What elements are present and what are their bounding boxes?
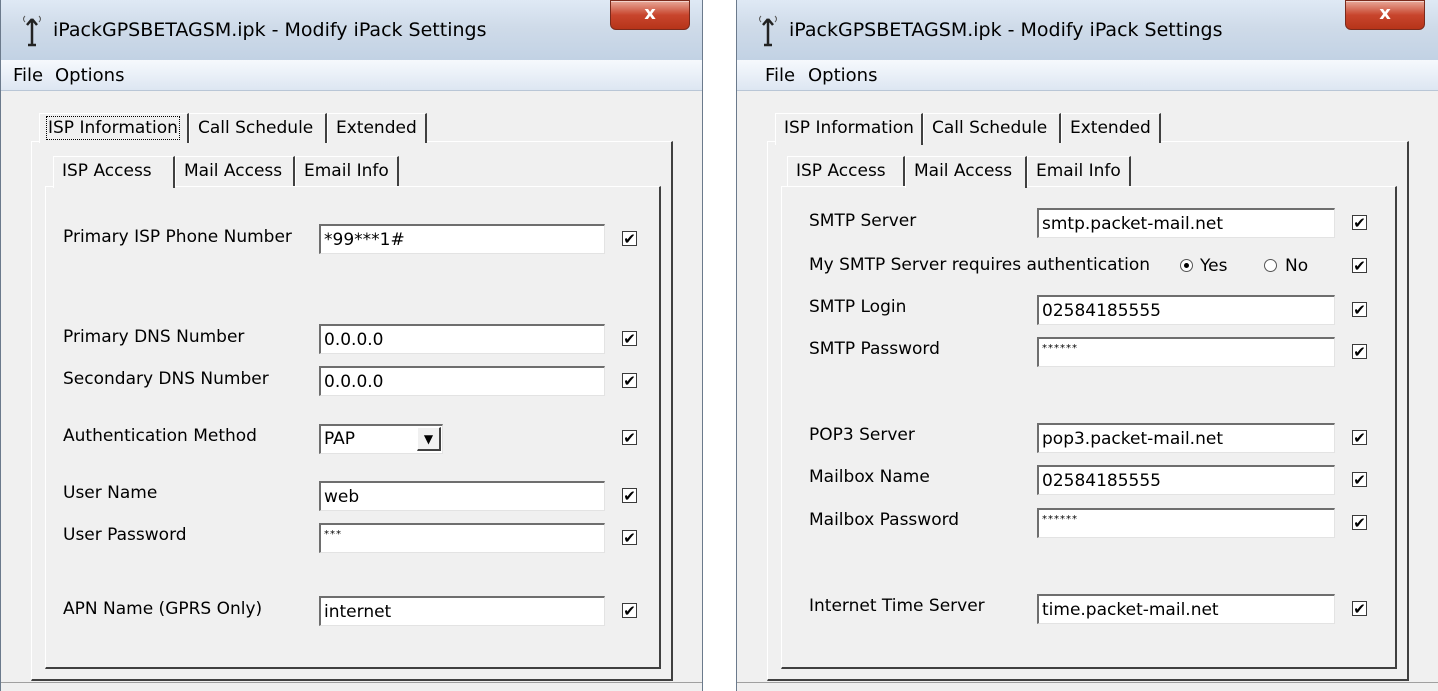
tab-mail-access[interactable]: Mail Access xyxy=(175,156,295,186)
mailbox-password-label: Mailbox Password xyxy=(809,510,960,530)
smtp-login-checkbox[interactable]: ✔ xyxy=(1352,302,1367,318)
user-name-checkbox[interactable]: ✔ xyxy=(622,488,637,504)
auth-method-checkbox[interactable]: ✔ xyxy=(622,430,637,446)
tab-isp-information[interactable]: ISP Information xyxy=(775,113,923,145)
mailbox-name-checkbox[interactable]: ✔ xyxy=(1352,472,1367,488)
apn-name-label: APN Name (GPRS Only) xyxy=(63,599,263,619)
internet-time-server-label: Internet Time Server xyxy=(809,596,985,616)
smtp-server-checkbox[interactable]: ✔ xyxy=(1352,215,1367,231)
internet-time-server-checkbox[interactable]: ✔ xyxy=(1352,601,1367,617)
smtp-server-label: SMTP Server xyxy=(809,211,917,231)
pop3-server-field[interactable]: pop3.packet-mail.net xyxy=(1037,423,1335,453)
primary-dns-field[interactable]: 0.0.0.0 xyxy=(319,324,605,354)
pop3-server-checkbox[interactable]: ✔ xyxy=(1352,430,1367,446)
tab-mail-access[interactable]: Mail Access xyxy=(905,156,1027,188)
antenna-icon xyxy=(759,15,777,47)
secondary-dns-label: Secondary DNS Number xyxy=(63,369,269,389)
smtp-auth-no-radio[interactable] xyxy=(1264,259,1277,272)
mailbox-password-field[interactable]: ****** xyxy=(1037,508,1335,538)
auth-method-value: PAP xyxy=(324,429,356,449)
user-password-field[interactable]: *** xyxy=(319,523,605,553)
auth-method-select[interactable]: PAP ▼ xyxy=(319,424,443,454)
pop3-server-label: POP3 Server xyxy=(809,425,915,445)
smtp-auth-checkbox[interactable]: ✔ xyxy=(1352,258,1367,274)
tab-email-info[interactable]: Email Info xyxy=(1027,156,1131,186)
dropdown-arrow-icon[interactable]: ▼ xyxy=(417,427,441,451)
secondary-dns-checkbox[interactable]: ✔ xyxy=(622,373,637,389)
menu-file[interactable]: File xyxy=(13,65,43,86)
smtp-auth-label: My SMTP Server requires authentication xyxy=(809,255,1151,275)
user-password-checkbox[interactable]: ✔ xyxy=(622,530,637,546)
user-name-label: User Name xyxy=(63,483,158,503)
menu-options[interactable]: Options xyxy=(55,65,124,86)
tab-call-schedule[interactable]: Call Schedule xyxy=(189,113,327,143)
auth-method-label: Authentication Method xyxy=(63,426,257,446)
apn-name-checkbox[interactable]: ✔ xyxy=(622,603,637,619)
tab-isp-information[interactable]: ISP Information xyxy=(39,113,189,143)
smtp-password-label: SMTP Password xyxy=(809,339,940,359)
mailbox-name-label: Mailbox Name xyxy=(809,467,930,487)
secondary-dns-field[interactable]: 0.0.0.0 xyxy=(319,366,605,396)
tab-isp-access[interactable]: ISP Access xyxy=(53,156,175,188)
apn-name-field[interactable]: internet xyxy=(319,596,605,626)
mailbox-password-checkbox[interactable]: ✔ xyxy=(1352,515,1367,531)
window-bottom-edge xyxy=(1,682,702,691)
smtp-auth-no-label: No xyxy=(1285,256,1309,276)
close-button[interactable]: x xyxy=(1345,0,1425,30)
smtp-auth-yes-label: Yes xyxy=(1200,256,1228,276)
tab-extended[interactable]: Extended xyxy=(327,113,427,143)
user-password-label: User Password xyxy=(63,525,187,545)
primary-isp-phone-checkbox[interactable]: ✔ xyxy=(622,231,637,247)
title-bar[interactable]: iPackGPSBETAGSM.ipk - Modify iPack Setti… xyxy=(1,0,702,60)
tab-extended[interactable]: Extended xyxy=(1061,113,1161,143)
menu-bar: File Options xyxy=(737,60,1438,91)
window-title: iPackGPSBETAGSM.ipk - Modify iPack Setti… xyxy=(53,19,487,41)
left-settings-window: iPackGPSBETAGSM.ipk - Modify iPack Setti… xyxy=(0,0,703,691)
close-button[interactable]: x xyxy=(610,0,690,30)
mailbox-name-field[interactable]: 02584185555 xyxy=(1037,465,1335,495)
internet-time-server-field[interactable]: time.packet-mail.net xyxy=(1037,594,1335,624)
tab-isp-access[interactable]: ISP Access xyxy=(787,156,905,186)
user-name-field[interactable]: web xyxy=(319,481,605,511)
menu-options[interactable]: Options xyxy=(808,65,877,86)
primary-isp-phone-field[interactable]: *99***1# xyxy=(319,224,605,254)
title-bar[interactable]: iPackGPSBETAGSM.ipk - Modify iPack Setti… xyxy=(737,0,1438,60)
smtp-password-field[interactable]: ****** xyxy=(1037,337,1335,367)
smtp-login-label: SMTP Login xyxy=(809,297,907,317)
smtp-password-checkbox[interactable]: ✔ xyxy=(1352,344,1367,360)
primary-dns-checkbox[interactable]: ✔ xyxy=(622,331,637,347)
smtp-auth-yes-radio[interactable] xyxy=(1180,259,1193,272)
smtp-login-field[interactable]: 02584185555 xyxy=(1037,295,1335,325)
primary-dns-label: Primary DNS Number xyxy=(63,327,245,347)
window-bottom-edge xyxy=(737,682,1438,691)
tab-email-info[interactable]: Email Info xyxy=(295,156,399,186)
right-settings-window: iPackGPSBETAGSM.ipk - Modify iPack Setti… xyxy=(736,0,1438,691)
tab-call-schedule[interactable]: Call Schedule xyxy=(923,113,1061,143)
menu-bar: File Options xyxy=(1,60,702,91)
window-title: iPackGPSBETAGSM.ipk - Modify iPack Setti… xyxy=(789,19,1223,41)
menu-file[interactable]: File xyxy=(765,65,795,86)
antenna-icon xyxy=(23,15,41,47)
primary-isp-phone-label: Primary ISP Phone Number xyxy=(63,227,292,247)
smtp-server-field[interactable]: smtp.packet-mail.net xyxy=(1037,208,1335,238)
